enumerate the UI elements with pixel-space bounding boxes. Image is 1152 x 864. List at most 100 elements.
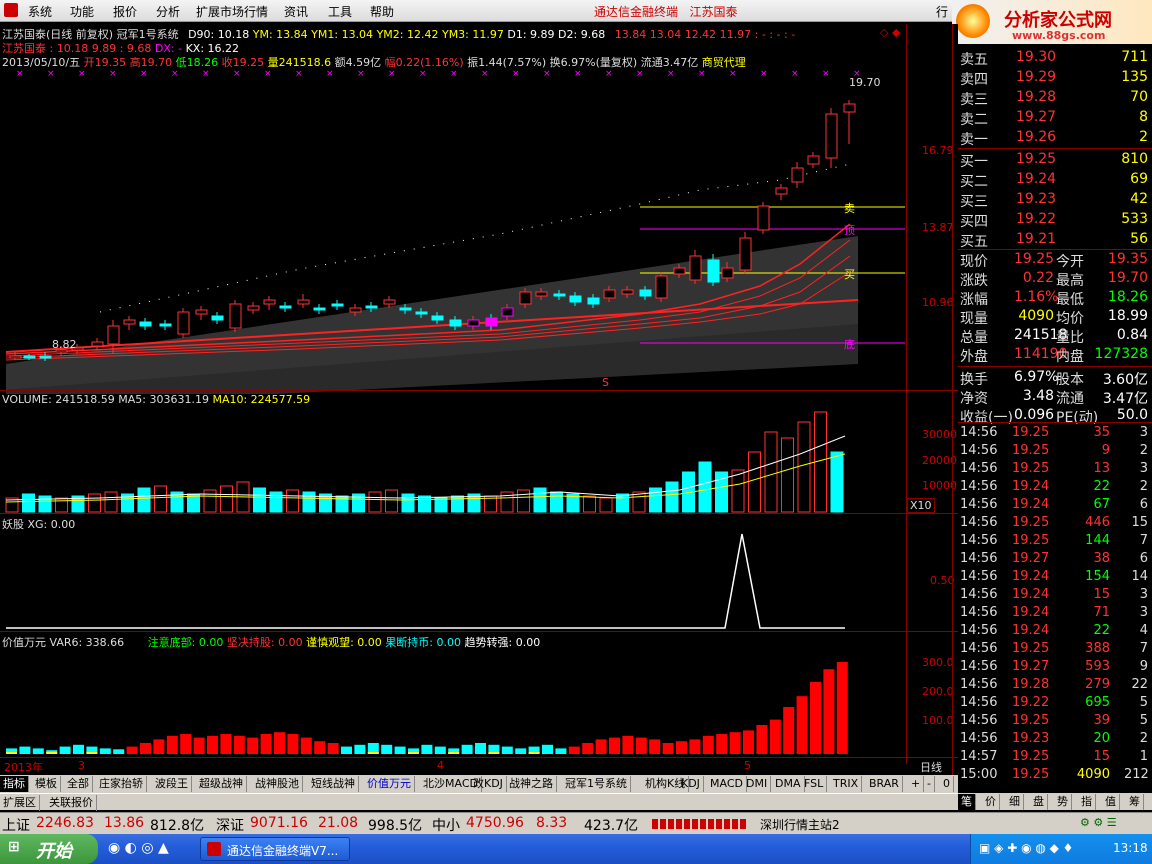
- server-name[interactable]: 深圳行情主站2: [760, 816, 840, 833]
- time-axis-m5: 5: [744, 759, 751, 772]
- menu-quote[interactable]: 报价: [113, 3, 137, 20]
- tab-indicator-6[interactable]: 战神股池: [252, 776, 303, 792]
- tab-control-0[interactable]: +: [908, 776, 925, 792]
- max-price-label: 19.70: [849, 76, 881, 89]
- bid-row[interactable]: 买三 19.23 42: [958, 190, 1152, 210]
- quote-row: 换手 6.97% 股本 3.60亿: [960, 369, 1148, 388]
- ask-row[interactable]: 卖一 19.26 2: [958, 128, 1152, 148]
- menu-hang[interactable]: 行: [936, 3, 948, 20]
- start-button[interactable]: ⊞ 开始: [0, 834, 98, 864]
- volume-bar: [583, 495, 596, 513]
- tab-indicator-8[interactable]: 价值万元: [364, 776, 415, 792]
- bid-row[interactable]: 买一 19.25 810: [958, 150, 1152, 170]
- value-axis-3: 100.0: [922, 714, 954, 727]
- value-mark: [86, 752, 98, 754]
- bid-row[interactable]: 买五 19.21 56: [958, 230, 1152, 250]
- tab-indicator-12[interactable]: 冠军1号系统: [562, 776, 631, 792]
- ask-row[interactable]: 卖二 19.27 8: [958, 108, 1152, 128]
- rtab-zhi[interactable]: 指: [1078, 794, 1096, 810]
- x-marker: ×: [109, 69, 117, 79]
- value-bar: [595, 739, 607, 754]
- tab-indicator-5[interactable]: 超级战神: [196, 776, 247, 792]
- candle-body: [195, 309, 208, 315]
- period-label[interactable]: 日线: [920, 759, 942, 775]
- candle-body: [383, 299, 396, 305]
- rtab-chou[interactable]: 筹: [1126, 794, 1144, 810]
- menu-analysis[interactable]: 分析: [156, 3, 180, 20]
- bottom-signal-label: 底: [844, 338, 855, 351]
- tab-indicator-15[interactable]: MACD: [707, 776, 747, 792]
- tab-indicator-19[interactable]: TRIX: [830, 776, 863, 792]
- menu-extended-market[interactable]: 扩展市场行情: [196, 3, 268, 20]
- menu-tools[interactable]: 工具: [328, 3, 352, 20]
- status-icons[interactable]: ⚙ ⚙ ☰: [1080, 816, 1117, 829]
- bid-row[interactable]: 买二 19.24 69: [958, 170, 1152, 190]
- rtab-xi[interactable]: 细: [1006, 794, 1024, 810]
- tab-indicator-17[interactable]: DMA: [772, 776, 805, 792]
- taskbar-window-button[interactable]: 通达信金融终端V7...: [200, 837, 350, 861]
- tab-indicator-18[interactable]: FSL: [801, 776, 828, 792]
- value-bar: [421, 744, 433, 754]
- zx-value: 4750.96: [466, 815, 524, 831]
- candle-body: [263, 299, 276, 305]
- rtab-bi[interactable]: 笔: [958, 794, 976, 810]
- rtab-jia[interactable]: 价: [982, 794, 1000, 810]
- chart-close-icon[interactable]: ◇ ◆: [880, 26, 900, 39]
- value-bar: [716, 734, 728, 754]
- sell-signal-label: 卖: [844, 202, 855, 215]
- menu-help[interactable]: 帮助: [370, 3, 394, 20]
- bid-row[interactable]: 买四 19.22 533: [958, 210, 1152, 230]
- value-axis-1: 300.0: [922, 656, 954, 669]
- tab-indicator-3[interactable]: 庄家抬轿: [96, 776, 147, 792]
- tab-indicator-20[interactable]: BRAR: [866, 776, 903, 792]
- menu-news[interactable]: 资讯: [284, 3, 308, 20]
- tab-extension[interactable]: 扩展区: [0, 795, 40, 811]
- quicklaunch-icons[interactable]: ◉ ◐ ◎ ▲: [108, 840, 169, 856]
- menu-system[interactable]: 系统: [28, 3, 52, 20]
- value-bar: [193, 737, 205, 754]
- tab-indicator-7[interactable]: 短线战神: [308, 776, 359, 792]
- time-axis-m3: 3: [78, 759, 85, 772]
- tab-indicator-16[interactable]: DMI: [743, 776, 772, 792]
- menu-function[interactable]: 功能: [70, 3, 94, 20]
- tab-indicator-2[interactable]: 全部: [64, 776, 93, 792]
- value-bar: [662, 743, 674, 754]
- tab-indicator-11[interactable]: 战神之路: [506, 776, 557, 792]
- tab-related-quote[interactable]: 关联报价: [46, 795, 97, 811]
- tab-indicator-0[interactable]: 指标: [0, 776, 29, 792]
- rtab-shi[interactable]: 势: [1054, 794, 1072, 810]
- chart-area[interactable]: 江苏国泰(日线 前复权) 冠军1号系统 D90: 10.18 YM: 13.84…: [0, 24, 958, 775]
- tab-control-2[interactable]: 0: [940, 776, 954, 792]
- rtab-pan[interactable]: 盘: [1030, 794, 1048, 810]
- value-bar: [783, 707, 795, 754]
- value-bar: [756, 725, 768, 754]
- value-mark: [448, 752, 460, 754]
- candle-body: [807, 155, 820, 165]
- min-price-label: 8.82: [52, 338, 77, 351]
- x-marker: ×: [543, 69, 551, 79]
- ask-row[interactable]: 卖五 19.30 711: [958, 48, 1152, 68]
- tab-indicator-10[interactable]: 改KDJ: [470, 776, 507, 792]
- ask-row[interactable]: 卖四 19.29 135: [958, 68, 1152, 88]
- yaogu-axis: 0.50: [930, 574, 955, 587]
- tab-indicator-14[interactable]: KDJ: [678, 776, 704, 792]
- rtab-zhi2[interactable]: 值: [1102, 794, 1120, 810]
- volume-bar: [517, 489, 530, 513]
- tab-indicator-1[interactable]: 模板: [32, 776, 61, 792]
- top-marks: × × × × × × × × × × × × × × × × × × × × × × × × × × × ×: [16, 69, 861, 79]
- volume-bar: [401, 493, 415, 513]
- tray-icons[interactable]: ▣ ◈ ✚ ◉ ◍ ◆ ♦: [979, 841, 1073, 855]
- candle-body: [721, 267, 734, 279]
- candle-body: [587, 297, 600, 305]
- price-axis-3: 10.96: [922, 296, 954, 309]
- tab-indicator-4[interactable]: 波段王: [152, 776, 192, 792]
- tick-row: 14:56 19.28 279 22: [960, 677, 1148, 692]
- zx-change: 8.33: [536, 815, 568, 831]
- ask-row[interactable]: 卖三 19.28 70: [958, 88, 1152, 108]
- value-bar: [140, 743, 151, 754]
- sh-change: 13.86: [104, 815, 145, 831]
- tab-control-1[interactable]: -: [924, 776, 935, 792]
- tick-row: 14:56 19.24 22 2: [960, 479, 1148, 494]
- value-bar: [99, 748, 111, 754]
- value-bar: [247, 737, 259, 754]
